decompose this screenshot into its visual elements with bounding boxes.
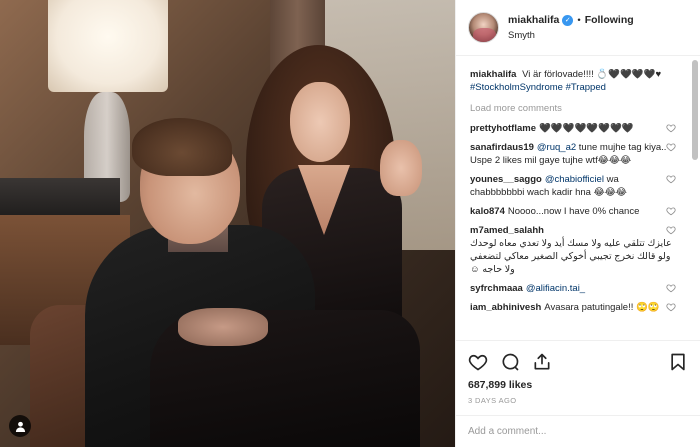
instagram-post: miakhalifa ✓ • Following Smyth miakhalif… xyxy=(0,0,700,447)
comment-row: prettyhotflame 🖤🖤🖤🖤🖤🖤🖤🖤 xyxy=(470,122,700,135)
bookmark-icon[interactable] xyxy=(668,352,688,372)
post-timestamp[interactable]: 3 DAYS AGO xyxy=(468,396,688,405)
caption: miakhalifa Vi är förlovade!!!! 💍🖤🖤🖤🖤♥ #S… xyxy=(470,68,700,94)
mention-link[interactable]: @ruq_a2 xyxy=(537,142,576,153)
comment-text: عايزك تتلقي عليه ولا مسك أيد ولا تعدي مع… xyxy=(470,238,672,275)
comment-username[interactable]: younes__saggo xyxy=(470,174,542,185)
caption-text: Vi är förlovade!!!! 💍🖤🖤🖤🖤♥ xyxy=(522,69,662,80)
add-comment-input[interactable] xyxy=(468,426,688,437)
comments-section[interactable]: miakhalifa Vi är förlovade!!!! 💍🖤🖤🖤🖤♥ #S… xyxy=(456,56,700,340)
action-bar xyxy=(468,347,688,377)
comment-text: Noooo...now I have 0% chance xyxy=(507,206,640,217)
comment-row: kalo874 Noooo...now I have 0% chance xyxy=(470,205,700,218)
comment-username[interactable]: m7amed_salahh xyxy=(470,225,544,236)
like-comment-heart-icon[interactable] xyxy=(666,206,676,216)
comment-username[interactable]: iam_abhinivesh xyxy=(470,302,541,313)
like-comment-heart-icon[interactable] xyxy=(666,302,676,312)
comment-username[interactable]: sanafirdaus19 xyxy=(470,142,534,153)
photo-shelf xyxy=(0,178,120,218)
post-details-panel: miakhalifa ✓ • Following Smyth miakhalif… xyxy=(455,0,700,447)
post-actions: 687,899 likes 3 DAYS AGO xyxy=(456,340,700,415)
share-icon[interactable] xyxy=(532,352,552,372)
caption-username[interactable]: miakhalifa xyxy=(470,69,516,80)
following-button[interactable]: Following xyxy=(585,13,634,28)
comment-username[interactable]: syfrchmaaa xyxy=(470,283,523,294)
photo-ring-hand xyxy=(380,140,422,196)
person-icon xyxy=(15,421,25,432)
comments-scrollbar[interactable] xyxy=(692,60,698,340)
verified-badge-icon: ✓ xyxy=(562,14,574,26)
likes-count[interactable]: 687,899 likes xyxy=(468,379,688,391)
mention-link[interactable]: @chabiofficiel xyxy=(545,174,604,185)
comment-row: sanafirdaus19 @ruq_a2 tune mujhe tag kiya… xyxy=(470,141,700,167)
comment-row: iam_abhinivesh Avasara patutingale!! 🙄🙄 xyxy=(470,301,700,314)
comment-row: syfrchmaaa @alifiacin.tai_ xyxy=(470,282,700,295)
comment-text: 🖤🖤🖤🖤🖤🖤🖤🖤 xyxy=(538,123,634,134)
tagged-users-button[interactable] xyxy=(9,415,31,437)
comment-list: prettyhotflame 🖤🖤🖤🖤🖤🖤🖤🖤 sanafirdaus19 @ruq_… xyxy=(470,122,700,314)
photo-woman-face xyxy=(290,82,350,162)
photo-man-hand xyxy=(178,308,268,346)
location-link[interactable]: Smyth xyxy=(508,28,634,43)
hashtag-link[interactable]: #StockholmSyndrome xyxy=(470,82,563,93)
post-header: miakhalifa ✓ • Following Smyth xyxy=(456,0,700,56)
mention-link[interactable]: @alifiacin.tai_ xyxy=(526,283,585,294)
like-comment-heart-icon[interactable] xyxy=(666,283,676,293)
hashtag-link[interactable]: #Trapped xyxy=(566,82,606,93)
like-comment-heart-icon[interactable] xyxy=(666,142,676,152)
load-more-comments-link[interactable]: Load more comments xyxy=(470,103,700,114)
comment-username[interactable]: kalo874 xyxy=(470,206,505,217)
comment-row: younes__saggo @chabiofficiel wa chabbbbbb… xyxy=(470,173,700,199)
avatar[interactable] xyxy=(468,12,499,43)
photo-lampshade xyxy=(48,0,168,92)
separator-dot: • xyxy=(577,14,581,26)
comment-row: m7amed_salahh عايزك تتلقي عليه ولا مسك أي… xyxy=(470,224,700,276)
author-username[interactable]: miakhalifa xyxy=(508,13,559,28)
post-photo[interactable] xyxy=(0,0,455,447)
like-comment-heart-icon[interactable] xyxy=(666,225,676,235)
comment-username[interactable]: prettyhotflame xyxy=(470,123,536,134)
like-comment-heart-icon[interactable] xyxy=(666,174,676,184)
like-comment-heart-icon[interactable] xyxy=(666,123,676,133)
photo-man-hair xyxy=(132,118,232,176)
heart-icon[interactable] xyxy=(468,352,488,372)
comment-icon[interactable] xyxy=(500,352,520,372)
add-comment-bar xyxy=(456,415,700,447)
comment-text: Avasara patutingale!! 🙄🙄 xyxy=(544,302,660,313)
